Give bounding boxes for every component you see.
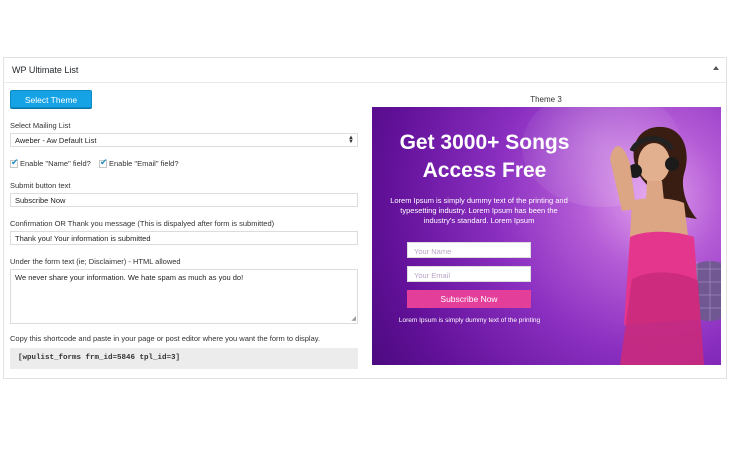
submit-text-input[interactable]: Subscribe Now <box>10 193 358 207</box>
checkmark-icon: ✔ <box>11 156 19 167</box>
shortcode-box[interactable]: [wpulist_forms frm_id=5846 tpl_id=3] <box>10 348 358 369</box>
enable-email-checkbox[interactable]: ✔ Enable "Email" field? <box>99 156 179 168</box>
submit-text-label: Submit button text <box>10 181 71 190</box>
preview-heading-line1: Get 3000+ Songs <box>399 131 570 154</box>
panel-title: WP Ultimate List <box>12 65 79 75</box>
disclaimer-label: Under the form text (ie; Disclaimer) - H… <box>10 257 181 266</box>
mailing-list-select[interactable]: Aweber - Aw Default List ▲ ▼ <box>10 133 358 147</box>
confirmation-label: Confirmation OR Thank you message (This … <box>10 219 275 228</box>
wp-ultimate-list-panel: WP Ultimate List Select Theme Select Mai… <box>3 57 727 379</box>
preview-heading-line2: Access Free <box>422 159 547 182</box>
collapse-arrow-icon[interactable] <box>713 66 719 70</box>
checkbox-box[interactable]: ✔ <box>10 156 19 168</box>
panel-header: WP Ultimate List <box>4 58 726 83</box>
disclaimer-textarea[interactable]: We never share your information. We hate… <box>10 269 358 324</box>
mailing-list-label: Select Mailing List <box>10 121 71 130</box>
woman-with-headphones-image <box>610 126 721 365</box>
select-arrows-icon: ▲ ▼ <box>348 135 354 145</box>
preview-subscribe-button[interactable]: Subscribe Now <box>407 290 531 308</box>
enable-name-label: Enable "Name" field? <box>20 159 91 168</box>
resize-handle-icon[interactable]: ◢ <box>351 315 356 322</box>
enable-email-label: Enable "Email" field? <box>109 159 179 168</box>
enable-name-checkbox[interactable]: ✔ Enable "Name" field? <box>10 156 91 168</box>
preview-description: Lorem Ipsum is simply dummy text of the … <box>390 196 568 225</box>
preview-footnote: Lorem Ipsum is simply dummy text of the … <box>398 317 541 324</box>
theme-preview: Get 3000+ Songs Access Free Lorem Ipsum … <box>372 107 721 365</box>
select-theme-button[interactable]: Select Theme <box>10 90 92 108</box>
checkbox-box[interactable]: ✔ <box>99 156 108 168</box>
mailing-list-value: Aweber - Aw Default List <box>15 136 97 145</box>
theme-label: Theme 3 <box>530 95 562 104</box>
confirmation-input[interactable]: Thank you! Your information is submitted <box>10 231 358 245</box>
disclaimer-value: We never share your information. We hate… <box>15 273 244 282</box>
preview-name-input[interactable]: Your Name <box>407 242 531 258</box>
shortcode-label: Copy this shortcode and paste in your pa… <box>10 334 321 343</box>
checkmark-icon: ✔ <box>100 156 108 167</box>
preview-email-input[interactable]: Your Email <box>407 266 531 282</box>
